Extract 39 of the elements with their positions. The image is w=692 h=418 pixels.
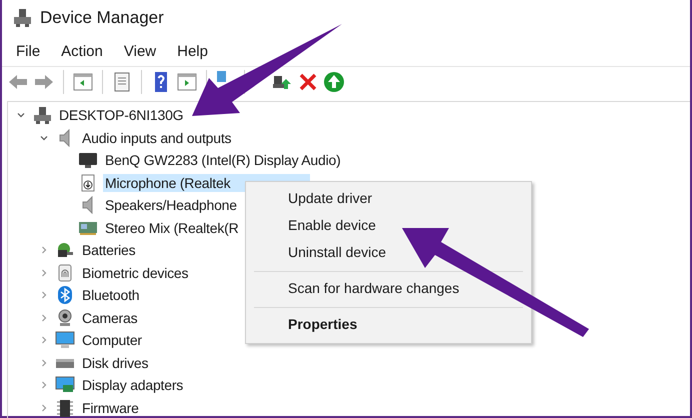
tree-item[interactable]: Batteries	[80, 241, 138, 260]
app-icon	[12, 8, 32, 28]
menu-item[interactable]: Uninstall device	[246, 240, 531, 267]
tree-item[interactable]: DESKTOP-6NI130G	[57, 106, 186, 124]
tree-item[interactable]: Firmware	[80, 398, 141, 417]
tree-item[interactable]: Audio inputs and outputs	[80, 128, 234, 147]
menu-item[interactable]: Action	[58, 40, 111, 62]
tree-item[interactable]: Computer	[80, 331, 144, 350]
chevron-right-icon[interactable]	[39, 402, 49, 413]
tree-item[interactable]: BenQ GW2283 (Intel(R) Display Audio)	[103, 151, 343, 170]
chevron-right-icon[interactable]	[39, 290, 49, 300]
menu-item[interactable]: Scan for hardware changes	[246, 276, 531, 303]
chevron-right-icon[interactable]	[39, 335, 49, 346]
tree-item[interactable]: Display adapters	[80, 376, 186, 394]
display-adapter-icon	[55, 376, 75, 394]
console-tree-icon[interactable]	[72, 71, 94, 93]
menu-item[interactable]: File	[13, 40, 48, 62]
chevron-right-icon[interactable]	[39, 358, 49, 368]
battery-icon	[55, 241, 75, 260]
menu-item[interactable]: Enable device	[246, 213, 531, 240]
window-title: Device Manager	[40, 8, 164, 28]
bluetooth-icon	[55, 286, 75, 304]
delete-icon[interactable]	[297, 71, 319, 93]
chevron-right-icon[interactable]	[39, 312, 49, 323]
tree-item[interactable]: Biometric devices	[80, 264, 190, 282]
action-pane-icon[interactable]	[176, 71, 198, 93]
chevron-right-icon[interactable]	[39, 268, 49, 278]
chip-icon	[55, 398, 75, 417]
computer-icon	[32, 106, 52, 124]
chevron-right-icon[interactable]	[39, 245, 49, 256]
chevron-right-icon[interactable]	[39, 380, 49, 390]
tree-item[interactable]: Bluetooth	[80, 286, 142, 304]
menu-item[interactable]: Help	[174, 40, 216, 62]
tree-item[interactable]: Disk drives	[80, 354, 150, 372]
tree-item[interactable]: Speakers/Headphone	[103, 196, 239, 214]
tree-item[interactable]: Cameras	[80, 308, 140, 327]
menu-item[interactable]: View	[120, 40, 164, 62]
tree-item[interactable]: Stereo Mix (Realtek(R	[103, 218, 241, 237]
menu-item[interactable]: Properties	[246, 312, 531, 339]
